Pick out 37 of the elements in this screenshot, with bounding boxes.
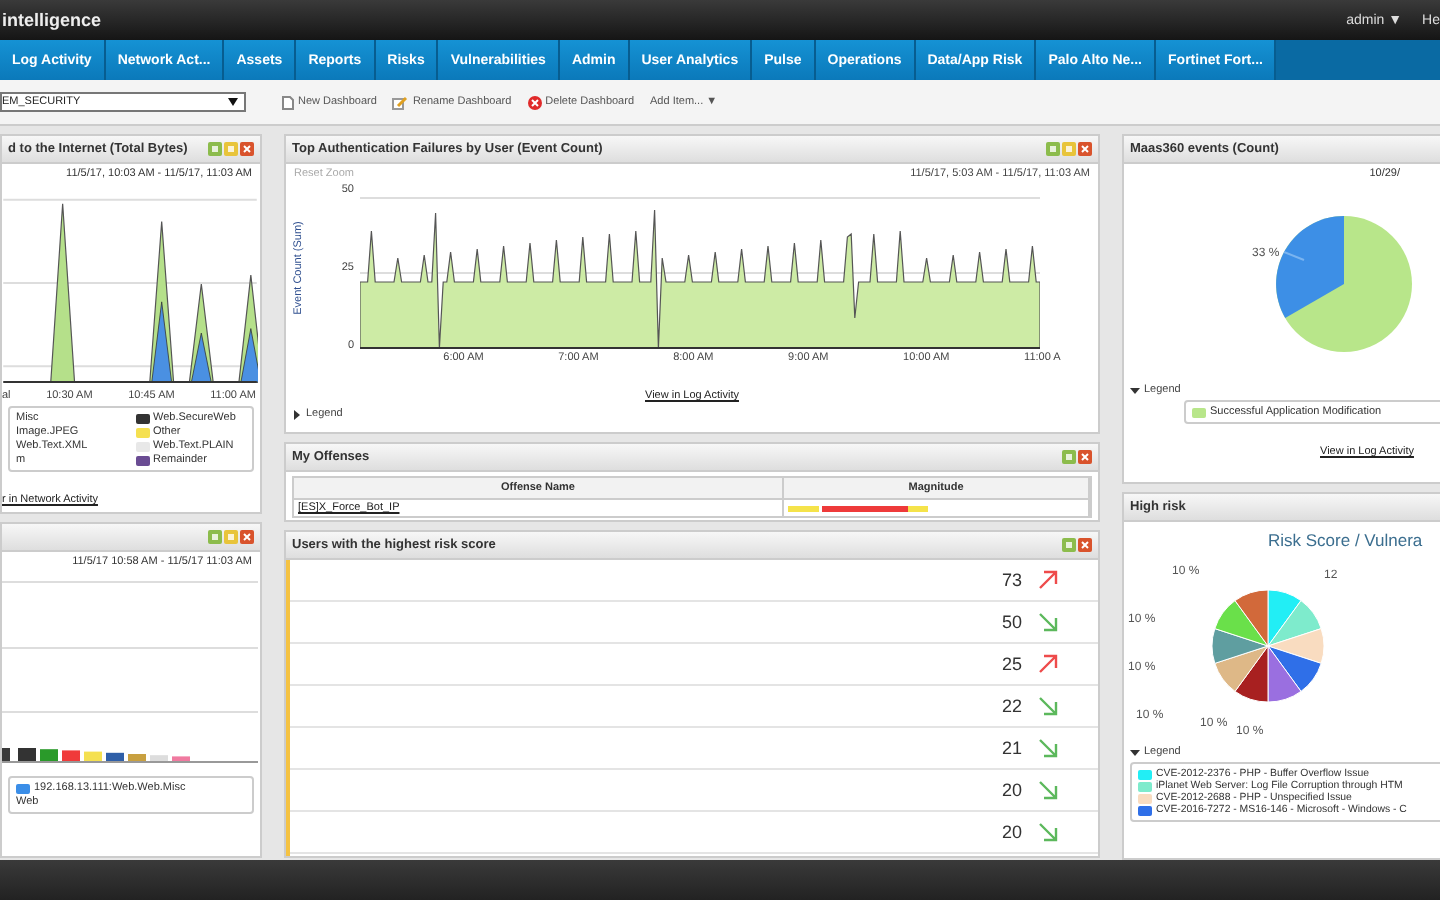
bar — [2, 748, 10, 762]
risk-score: 20 — [1001, 780, 1022, 800]
risk-score: 50 — [1001, 612, 1022, 632]
close-button[interactable] — [1078, 538, 1092, 552]
risk-score: 73 — [1001, 570, 1022, 590]
bar — [106, 752, 124, 762]
trend-down-arrow-icon — [1038, 738, 1058, 758]
bar — [62, 750, 80, 762]
trend-down-arrow-icon — [1038, 612, 1058, 632]
bar — [128, 754, 146, 762]
caret-icon — [228, 98, 238, 106]
disclosure-triangle-icon[interactable] — [1130, 385, 1140, 395]
risk-score: 20 — [1001, 822, 1022, 842]
pencil-icon — [392, 95, 409, 109]
disclosure-triangle-icon[interactable] — [292, 409, 302, 419]
chart-title: Risk Score / Vulnera — [1266, 530, 1425, 550]
bar — [18, 748, 36, 762]
close-button[interactable] — [1078, 142, 1092, 156]
trend-up-arrow-icon — [1038, 570, 1058, 590]
bar — [172, 756, 190, 762]
page-icon — [282, 95, 294, 109]
pie-chart-drawing — [1211, 589, 1325, 703]
close-button[interactable] — [240, 530, 254, 544]
bar — [84, 751, 102, 762]
product-name: intelligence — [0, 10, 102, 30]
bar — [150, 755, 168, 762]
risk-score: 22 — [1001, 696, 1022, 716]
close-button[interactable] — [1078, 450, 1092, 464]
risk-score: 21 — [1001, 738, 1022, 758]
risk-score: 25 — [1001, 654, 1022, 674]
trend-down-arrow-icon — [1038, 822, 1058, 842]
trend-down-arrow-icon — [1038, 780, 1058, 800]
trend-down-arrow-icon — [1038, 696, 1058, 716]
delete-icon — [527, 95, 542, 109]
trend-up-arrow-icon — [1038, 654, 1058, 674]
close-button[interactable] — [240, 142, 254, 156]
disclosure-triangle-icon[interactable] — [1130, 747, 1140, 757]
